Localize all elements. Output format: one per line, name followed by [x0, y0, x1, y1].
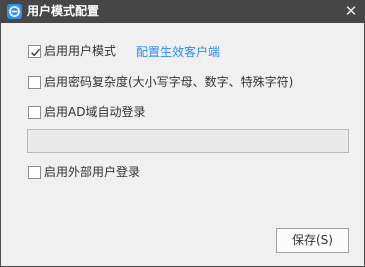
app-logo-icon: [7, 4, 22, 19]
configure-clients-link[interactable]: 配置生效客户端: [136, 43, 220, 60]
user-mode-checkbox[interactable]: [28, 44, 41, 58]
external-login-label: 启用外部用户登录: [44, 165, 141, 179]
dialog-title: 用户模式配置: [27, 4, 100, 18]
password-complexity-checkbox[interactable]: [28, 75, 41, 89]
title-bar[interactable]: 用户模式配置 ✕: [1, 0, 365, 23]
ad-domain-input[interactable]: [27, 129, 349, 153]
dialog-window: 用户模式配置 ✕ 启用用户模式 配置生效客户端 启用密码复杂度(大小写字母、数字…: [0, 0, 365, 267]
user-mode-option[interactable]: 启用用户模式 配置生效客户端: [28, 43, 220, 59]
password-complexity-option[interactable]: 启用密码复杂度(大小写字母、数字、特殊字符): [28, 74, 293, 90]
external-login-option[interactable]: 启用外部用户登录: [28, 164, 140, 180]
user-mode-label: 启用用户模式: [44, 44, 117, 58]
ad-login-label: 启用AD域自动登录: [44, 105, 146, 119]
password-complexity-label: 启用密码复杂度(大小写字母、数字、特殊字符): [44, 75, 294, 89]
ad-login-checkbox[interactable]: [28, 105, 41, 119]
external-login-checkbox[interactable]: [28, 165, 41, 179]
close-icon[interactable]: ✕: [342, 2, 360, 20]
save-button[interactable]: 保存(S): [276, 228, 349, 253]
checkmark-icon: [31, 48, 41, 56]
ad-login-option[interactable]: 启用AD域自动登录: [28, 104, 145, 120]
